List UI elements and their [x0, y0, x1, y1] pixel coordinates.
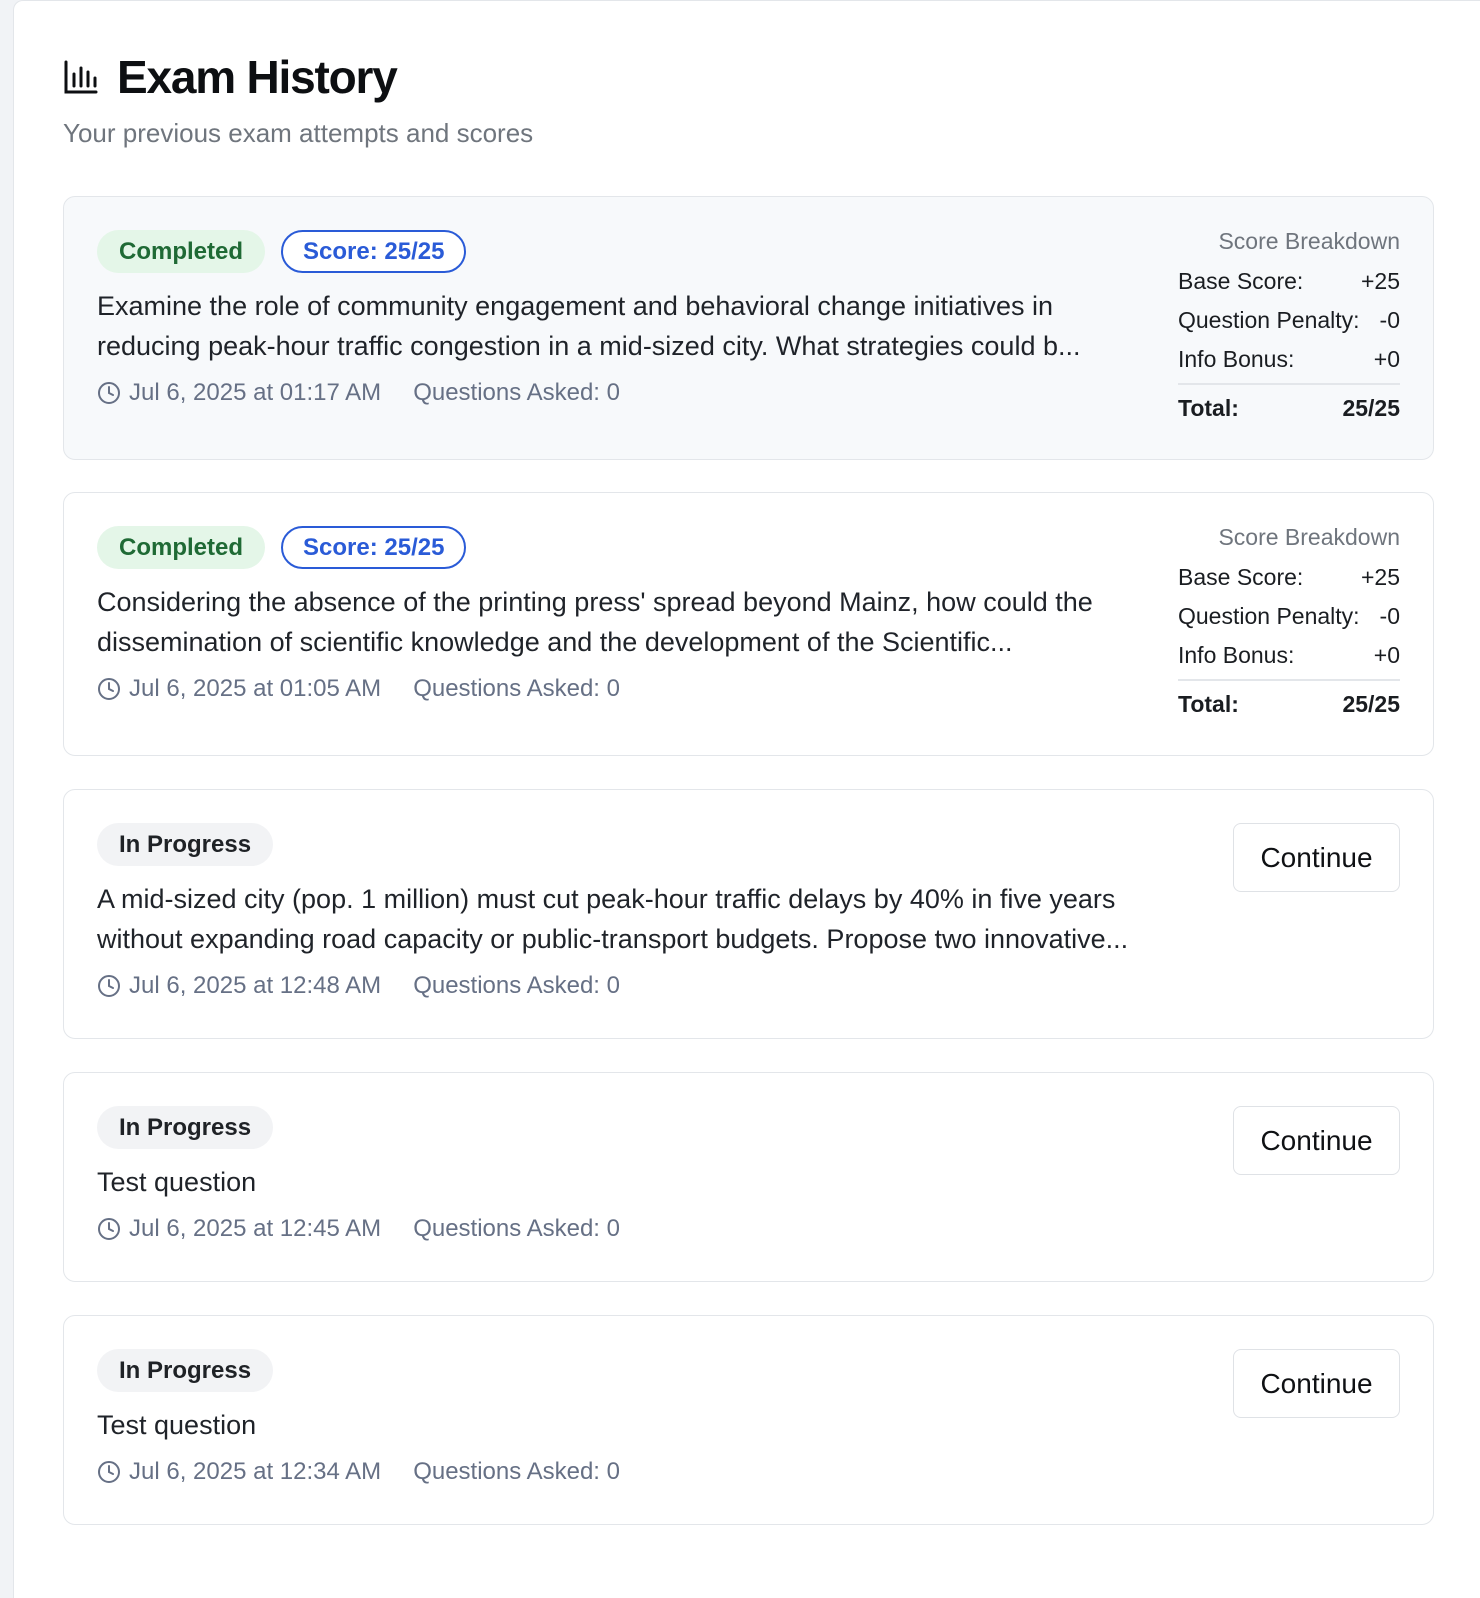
exam-question: Examine the role of community engagement… — [97, 291, 1081, 361]
base-score-label: Base Score: — [1178, 268, 1304, 294]
info-bonus-value: +0 — [1373, 346, 1400, 372]
total-label: Total: — [1178, 394, 1239, 421]
score-breakdown-title: Score Breakdown — [1218, 524, 1400, 550]
exam-question: Test question — [97, 1410, 257, 1440]
status-badge: Completed — [97, 230, 266, 273]
exam-question: A mid-sized city (pop. 1 million) must c… — [97, 884, 1129, 954]
info-bonus-label: Info Bonus: — [1178, 346, 1295, 372]
info-bonus-label: Info Bonus: — [1178, 642, 1295, 668]
status-badge: In Progress — [97, 1106, 274, 1149]
exam-date: Jul 6, 2025 at 01:17 AM — [129, 379, 382, 406]
exam-meta: Jul 6, 2025 at 12:45 AM Questions Asked:… — [97, 1214, 1400, 1244]
status-badge: Completed — [97, 526, 266, 569]
title-row: Exam History — [63, 51, 533, 103]
exam-card-content: In Progress Test question Jul 6, 2025 at… — [97, 1106, 1400, 1281]
exam-question: Considering the absence of the printing … — [97, 587, 1093, 657]
bar-chart-icon — [63, 59, 99, 95]
total-value: 25/25 — [1342, 690, 1400, 717]
questions-asked: Questions Asked: 0 — [413, 675, 620, 702]
status-badge: In Progress — [97, 1349, 274, 1392]
questions-asked: Questions Asked: 0 — [413, 379, 620, 406]
question-penalty-value: -0 — [1379, 603, 1400, 629]
question-penalty-row: Question Penalty: -0 — [1178, 597, 1400, 636]
badge-row: In Progress — [97, 823, 1400, 866]
clock-icon — [97, 1217, 121, 1241]
page-subtitle: Your previous exam attempts and scores — [63, 118, 534, 148]
status-badge: In Progress — [97, 823, 274, 866]
question-penalty-label: Question Penalty: — [1178, 603, 1360, 629]
exam-card[interactable]: Completed Score: 25/25 Considering the a… — [63, 492, 1434, 756]
score-badge: Score: 25/25 — [281, 526, 467, 569]
exam-meta: Jul 6, 2025 at 12:48 AM Questions Asked:… — [97, 971, 1400, 1001]
exam-question: Test question — [97, 1167, 257, 1197]
exam-card-content: In Progress Test question Jul 6, 2025 at… — [97, 1349, 1400, 1524]
exam-date: Jul 6, 2025 at 12:48 AM — [129, 972, 382, 999]
score-breakdown: Score Breakdown Base Score: +25 Question… — [1178, 524, 1400, 723]
exam-card[interactable]: In Progress A mid-sized city (pop. 1 mil… — [63, 789, 1434, 1039]
info-bonus-row: Info Bonus: +0 — [1178, 636, 1400, 675]
exam-card[interactable]: In Progress Test question Jul 6, 2025 at… — [63, 1072, 1434, 1282]
score-breakdown-title: Score Breakdown — [1218, 228, 1400, 254]
score-breakdown: Score Breakdown Base Score: +25 Question… — [1178, 228, 1400, 427]
question-penalty-row: Question Penalty: -0 — [1178, 301, 1400, 340]
exam-history-panel: Exam History Your previous exam attempts… — [13, 0, 1480, 1598]
exam-date: Jul 6, 2025 at 12:45 AM — [129, 1215, 382, 1242]
continue-button[interactable]: Continue — [1233, 1106, 1400, 1175]
question-penalty-value: -0 — [1379, 307, 1400, 333]
page-header: Exam History Your previous exam attempts… — [63, 51, 533, 149]
page-title: Exam History — [117, 51, 398, 103]
total-value: 25/25 — [1342, 394, 1400, 421]
clock-icon — [97, 1460, 121, 1484]
badge-row: In Progress — [97, 1349, 1400, 1392]
base-score-row: Base Score: +25 — [1178, 262, 1400, 301]
question-penalty-label: Question Penalty: — [1178, 307, 1360, 333]
exam-card-content: In Progress A mid-sized city (pop. 1 mil… — [97, 823, 1400, 1038]
continue-button[interactable]: Continue — [1233, 1349, 1400, 1418]
base-score-value: +25 — [1360, 564, 1400, 590]
exam-card[interactable]: In Progress Test question Jul 6, 2025 at… — [63, 1315, 1434, 1525]
exam-meta: Jul 6, 2025 at 12:34 AM Questions Asked:… — [97, 1457, 1400, 1487]
exam-card[interactable]: Completed Score: 25/25 Examine the role … — [63, 196, 1434, 460]
total-row: Total: 25/25 — [1178, 679, 1400, 723]
questions-asked: Questions Asked: 0 — [413, 1215, 620, 1242]
total-row: Total: 25/25 — [1178, 383, 1400, 427]
clock-icon — [97, 381, 121, 405]
exam-date: Jul 6, 2025 at 01:05 AM — [129, 675, 382, 702]
exam-date: Jul 6, 2025 at 12:34 AM — [129, 1458, 382, 1485]
total-label: Total: — [1178, 690, 1239, 717]
base-score-row: Base Score: +25 — [1178, 558, 1400, 597]
questions-asked: Questions Asked: 0 — [413, 972, 620, 999]
info-bonus-row: Info Bonus: +0 — [1178, 340, 1400, 379]
base-score-label: Base Score: — [1178, 564, 1304, 590]
info-bonus-value: +0 — [1373, 642, 1400, 668]
score-badge: Score: 25/25 — [281, 230, 467, 273]
clock-icon — [97, 677, 121, 701]
base-score-value: +25 — [1360, 268, 1400, 294]
questions-asked: Questions Asked: 0 — [413, 1458, 620, 1485]
clock-icon — [97, 974, 121, 998]
badge-row: In Progress — [97, 1106, 1400, 1149]
continue-button[interactable]: Continue — [1233, 823, 1400, 892]
